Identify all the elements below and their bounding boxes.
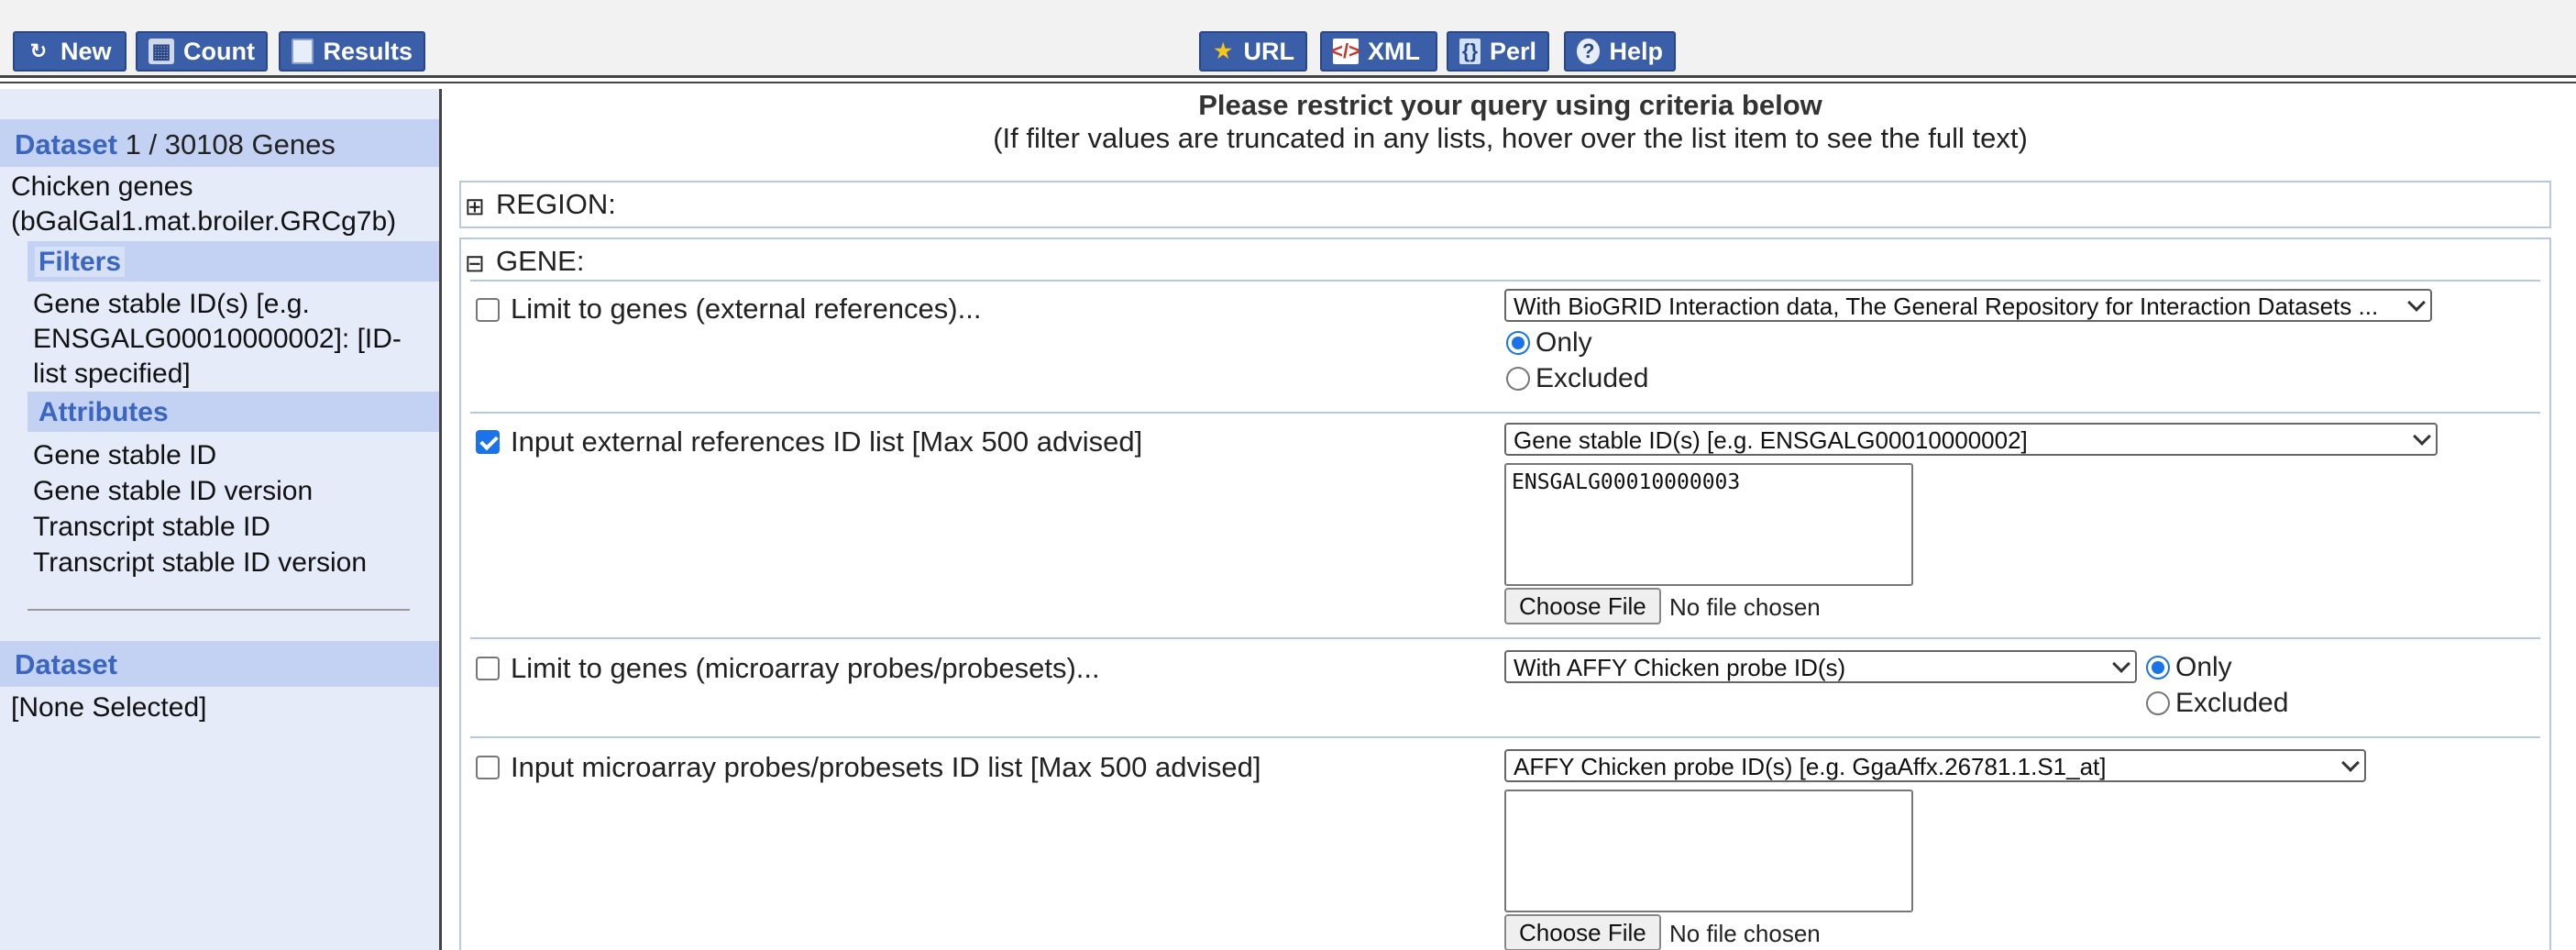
refresh-icon: ↻ [29,39,48,62]
expand-icon[interactable]: ⊞ [465,194,489,218]
probe-list-textarea[interactable] [1504,790,1913,912]
attribute-item[interactable]: Transcript stable ID [33,510,270,545]
help-button[interactable]: ? Help [1564,31,1676,72]
input-microarray-checkbox[interactable] [476,756,500,779]
attribute-item[interactable]: Transcript stable ID version [33,546,367,580]
input-external-refs-checkbox[interactable] [476,430,500,454]
limit-external-refs-checkbox[interactable] [476,298,500,322]
page-subtitle: (If filter values are truncated in any l… [993,122,2028,154]
chevron-down-icon [2413,427,2431,446]
radio-unselected-icon [2146,691,2170,715]
url-button-label: URL [1243,37,1295,65]
count-button-label: Count [183,37,255,65]
microarray-only-radio[interactable]: Only [2146,652,2232,683]
limit-microarray-checkbox[interactable] [476,657,500,680]
region-label: REGION: [496,188,616,220]
count-button[interactable]: ▦ Count [136,31,268,72]
help-icon: ? [1577,39,1601,64]
radio-selected-icon [1506,331,1530,355]
dataset-name-line2: (bGalGal1.mat.broiler.GRCg7b) [11,206,397,237]
perl-button-label: Perl [1489,37,1536,65]
dataset-name-line1: Chicken genes [11,171,193,202]
toolbar: ↻ New ▦ Count Results ★ URL </> XML {} P… [0,25,2576,83]
filter-item-line1[interactable]: Gene stable ID(s) [e.g. [33,287,310,322]
dataset-header-prefix: Dataset [15,128,117,160]
chevron-down-icon [2341,754,2360,772]
filters-title: Filters [35,247,126,277]
probe-type-select-value: AFFY Chicken probe ID(s) [e.g. GgaAffx.2… [1514,753,2107,780]
filter-item-line3[interactable]: list specified] [33,357,191,392]
choose-file-button[interactable]: Choose File [1504,914,1661,950]
gene-divider [470,280,2540,282]
external-refs-select[interactable]: With BioGRID Interaction data, The Gener… [1504,289,2432,322]
region-section[interactable]: ⊞ REGION: [459,181,2551,228]
second-dataset-header[interactable]: Dataset [0,641,439,687]
file-status: No file chosen [1669,920,1821,947]
microarray-select[interactable]: With AFFY Chicken probe ID(s) [1504,650,2137,683]
input-microarray-label: Input microarray probes/probesets ID lis… [511,751,1261,783]
url-button[interactable]: ★ URL [1199,31,1307,72]
radio-selected-icon [2146,656,2170,679]
microarray-select-value: With AFFY Chicken probe ID(s) [1514,654,1846,681]
id-type-select[interactable]: Gene stable ID(s) [e.g. ENSGALG000100000… [1504,423,2438,456]
gene-section: ⊟ GENE: Limit to genes (external referenc… [459,238,2551,950]
script-icon: {} [1459,39,1481,64]
xml-icon: </> [1331,39,1360,64]
second-dataset-title: Dataset [15,648,117,680]
new-button[interactable]: ↻ New [13,31,127,72]
attributes-header[interactable]: Attributes [28,392,439,432]
row-divider [470,736,2540,738]
gene-label: GENE: [496,245,585,277]
results-button[interactable]: Results [279,31,425,72]
id-type-select-value: Gene stable ID(s) [e.g. ENSGALG000100000… [1514,426,2028,454]
attribute-item[interactable]: Gene stable ID version [33,474,313,509]
radio-only-label: Only [1536,327,1592,358]
limit-microarray-label: Limit to genes (microarray probes/probes… [511,652,1100,684]
dataset-count: 1 / 30108 Genes [125,128,336,160]
star-icon: ★ [1214,39,1233,62]
help-button-label: Help [1609,37,1663,65]
table-icon [292,39,314,64]
limit-external-refs-label: Limit to genes (external references)... [511,293,982,325]
sidebar-divider [28,609,410,611]
xml-button-label: XML [1368,37,1420,65]
filters-header[interactable]: Filters [28,241,439,282]
probe-type-select[interactable]: AFFY Chicken probe ID(s) [e.g. GgaAffx.2… [1504,749,2366,782]
top-strip [0,0,2576,25]
external-refs-excluded-radio[interactable]: Excluded [1506,363,1648,394]
external-refs-only-radio[interactable]: Only [1506,327,1592,359]
attributes-title: Attributes [39,397,169,427]
xml-button[interactable]: </> XML [1320,31,1437,72]
results-button-label: Results [323,37,413,65]
filter-item-line2[interactable]: ENSGALG00010000002]: [ID- [33,322,402,357]
calculator-icon: ▦ [149,39,174,64]
choose-file-button[interactable]: Choose File [1504,588,1661,624]
radio-excluded-label: Excluded [1536,363,1649,393]
external-refs-select-value: With BioGRID Interaction data, The Gener… [1514,293,2379,320]
dataset-header[interactable]: Dataset 1 / 30108 Genes [0,119,439,167]
new-button-label: New [61,37,112,65]
perl-button[interactable]: {} Perl [1447,31,1549,72]
row-divider [470,412,2540,414]
page-title: Please restrict your query using criteri… [1198,89,1822,121]
main-panel: Please restrict your query using criteri… [445,89,2576,950]
chevron-down-icon [2112,655,2130,673]
chevron-down-icon [2407,293,2426,312]
file-status: No file chosen [1669,593,1821,621]
collapse-icon[interactable]: ⊟ [465,251,489,275]
radio-only-label: Only [2175,652,2232,682]
id-list-textarea[interactable]: ENSGALG00010000003 [1504,463,1913,586]
radio-excluded-label: Excluded [2175,688,2289,718]
row-divider [470,637,2540,639]
microarray-excluded-radio[interactable]: Excluded [2146,688,2288,719]
second-dataset-value: [None Selected] [11,692,207,723]
input-external-refs-label: Input external references ID list [Max 5… [511,425,1143,458]
radio-unselected-icon [1506,367,1530,391]
sidebar: Dataset 1 / 30108 Genes Chicken genes (b… [0,89,442,950]
gene-section-header[interactable]: ⊟ GENE: [465,245,584,278]
attribute-item[interactable]: Gene stable ID [33,438,216,473]
